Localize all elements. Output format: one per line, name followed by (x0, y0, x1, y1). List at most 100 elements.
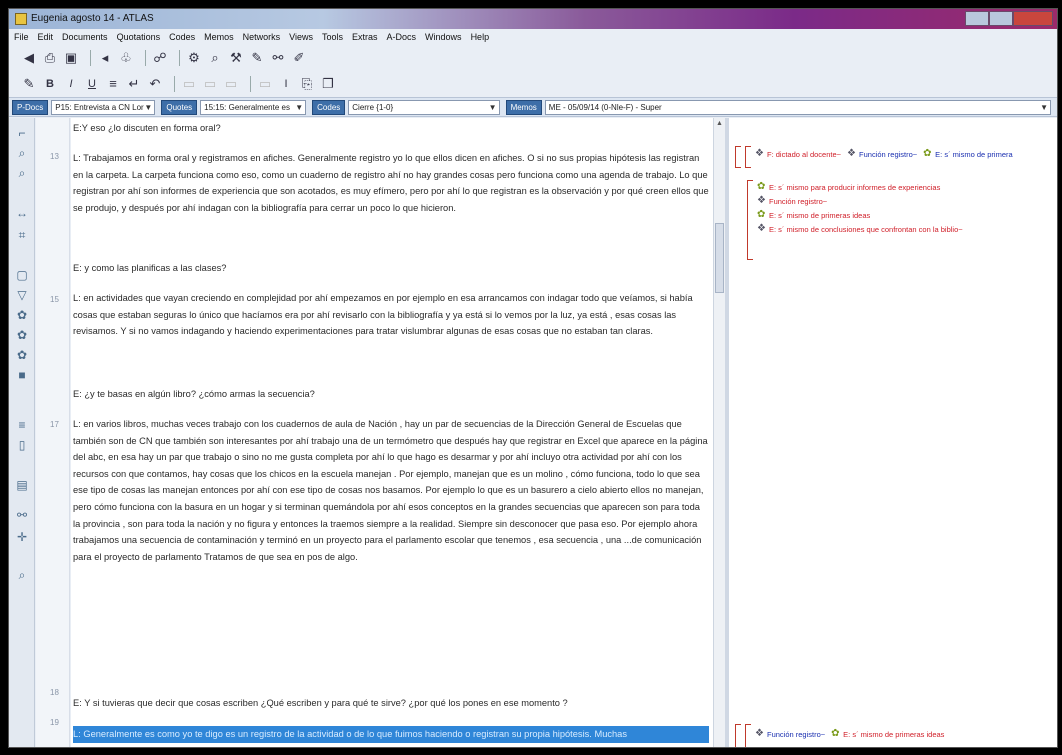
window-title: Eugenia agosto 14 - ATLAS (31, 13, 154, 24)
menu-codes[interactable]: Codes (169, 32, 195, 42)
margin-code[interactable]: ✿ E: s´ mismo para producir informes de … (757, 182, 940, 192)
codes-dropdown[interactable]: Cierre {1-0} ▼ (348, 99, 500, 115)
menu-adocs[interactable]: A-Docs (387, 32, 417, 42)
code-icon[interactable]: ✿ (15, 348, 29, 362)
print-icon[interactable]: ⎙ (42, 50, 58, 66)
italic-icon[interactable]: I (63, 76, 79, 92)
menu-edit[interactable]: Edit (38, 32, 54, 42)
pencil-icon[interactable]: ✎ (21, 76, 37, 92)
paragraph: E: y como las planificas a las clases? (73, 263, 227, 273)
quotation-bracket[interactable] (735, 146, 741, 168)
marker-icon[interactable]: ■ (15, 368, 29, 382)
highlighted-quotation[interactable]: L: Generalmente es como yo te digo es un… (73, 726, 709, 743)
family-icon: ❖ (757, 223, 766, 234)
chevron-down-icon: ▼ (1040, 102, 1048, 112)
tool-icon[interactable]: ⚒ (228, 50, 244, 66)
search-icon[interactable]: ⌕ (15, 568, 29, 582)
code-icon: ✿ (757, 181, 766, 192)
quotation-icon[interactable]: ◂ (97, 50, 113, 66)
scroll-up-icon[interactable]: ▲ (716, 120, 723, 127)
filter-icon[interactable]: ▽ (15, 288, 29, 302)
search-icon[interactable]: ⌕ (207, 50, 223, 66)
list-icon[interactable]: ≡ (15, 418, 29, 432)
memo-icon[interactable]: ▤ (15, 478, 29, 492)
code-label: Función registro~ (769, 196, 828, 206)
margin-code[interactable]: ❖ Función registro~ (757, 196, 827, 206)
margin-code[interactable]: ✿ E: s´ mismo de primeras ideas (757, 210, 870, 220)
menu-views[interactable]: Views (289, 32, 313, 42)
network-icon[interactable]: ☍ (152, 50, 168, 66)
quotation-bracket[interactable] (745, 146, 751, 168)
bold-icon[interactable]: B (42, 76, 58, 92)
menu-help[interactable]: Help (471, 32, 490, 42)
code-icon[interactable]: ✿ (15, 308, 29, 322)
margin-code[interactable]: ❖ Función registro~ (755, 729, 825, 739)
paragraph: E: ¿y te basas en algún libro? ¿cómo arm… (73, 389, 315, 399)
quotes-dropdown[interactable]: 15:15: Generalmente es ▼ (200, 99, 307, 115)
undo-icon[interactable]: ↶ (147, 76, 163, 92)
codes-button[interactable]: Codes (312, 99, 346, 115)
maximize-button[interactable] (989, 11, 1013, 26)
menu-networks[interactable]: Networks (243, 32, 281, 42)
wrap-icon[interactable]: ↵ (126, 76, 142, 92)
code-icon[interactable]: ⚙ (186, 50, 202, 66)
menu-documents[interactable]: Documents (62, 32, 108, 42)
indent-icon[interactable]: ≡ (105, 76, 121, 92)
margin-code[interactable]: ✿ E: s´ mismo de primeras ideas (831, 729, 944, 739)
link-icon[interactable]: ⚯ (270, 50, 286, 66)
toolbar-separator (179, 50, 180, 66)
memos-button[interactable]: Memos (505, 99, 542, 115)
menu-bar: File Edit Documents Quotations Codes Mem… (9, 29, 1057, 45)
codes-value: Cierre {1-0} (352, 102, 394, 112)
minimize-button[interactable] (965, 11, 989, 26)
copy-icon[interactable]: ❐ (320, 76, 336, 92)
menu-tools[interactable]: Tools (322, 32, 343, 42)
code-icon: ✿ (757, 209, 766, 220)
quote-icon[interactable]: ▢ (15, 268, 29, 282)
margin-code[interactable]: ❖ Función registro~ (847, 149, 917, 159)
back-icon[interactable]: ◀ (21, 50, 37, 66)
document-text-area[interactable]: E:Y eso ¿lo discuten en forma oral? L: T… (71, 118, 713, 747)
margin-code[interactable]: ✿ E: s´ mismo de primera (923, 149, 1013, 159)
save-icon[interactable]: ▣ (63, 50, 79, 66)
pdocs-dropdown[interactable]: P15: Entrevista a CN Lor ▼ (51, 99, 156, 115)
menu-extras[interactable]: Extras (352, 32, 378, 42)
paste-icon[interactable]: ⎘ (299, 76, 315, 92)
grid-icon[interactable]: ⌗ (15, 228, 29, 242)
quotation-bracket[interactable] (747, 180, 753, 260)
plus-icon[interactable]: ✛ (15, 530, 29, 544)
menu-file[interactable]: File (14, 32, 29, 42)
select-icon[interactable]: ⌐ (15, 126, 29, 140)
scrollbar-thumb[interactable] (715, 223, 724, 293)
arrows-icon[interactable]: ↔ (15, 206, 29, 220)
pdocs-button[interactable]: P-Docs (12, 99, 49, 115)
format-toolbar: ✎ B I U ≡ ↵ ↶ ▭ ▭ ▭ ▭ I ⎘ ❐ (9, 71, 1057, 97)
quotation-bracket[interactable] (745, 724, 751, 747)
code-label: E: s´ mismo de primeras ideas (843, 729, 945, 739)
memos-dropdown[interactable]: ME - 05/09/14 (0-Nle-F) - Super ▼ (544, 99, 1051, 115)
document-scrollbar[interactable]: ▲ (713, 118, 725, 747)
disabled-icon: ▭ (258, 76, 272, 91)
pen-icon[interactable]: ✎ (249, 50, 265, 66)
link-icon[interactable]: ⚯ (15, 508, 29, 522)
margin-code[interactable]: ❖ E: s´ mismo de conclusiones que confro… (757, 224, 963, 234)
menu-quotations[interactable]: Quotations (117, 32, 161, 42)
close-button[interactable] (1013, 11, 1053, 26)
underline-icon[interactable]: U (84, 76, 100, 92)
quotation-bracket[interactable] (735, 724, 741, 747)
memos-value: ME - 05/09/14 (0-Nle-F) - Super (548, 102, 662, 112)
find-icon[interactable]: ⌕ (15, 166, 29, 180)
brush-icon[interactable]: ✐ (291, 50, 307, 66)
font-icon[interactable]: I (278, 76, 294, 92)
paragraph: L: Trabajamos en forma oral y registramo… (73, 153, 709, 213)
code-label: F: dictado al docente~ (767, 149, 842, 159)
menu-windows[interactable]: Windows (425, 32, 462, 42)
quotes-button[interactable]: Quotes (161, 99, 198, 115)
code-icon[interactable]: ✿ (15, 328, 29, 342)
document-icon[interactable]: ▯ (15, 438, 29, 452)
menu-memos[interactable]: Memos (204, 32, 234, 42)
margin-code[interactable]: ❖ F: dictado al docente~ (755, 149, 841, 159)
zoom-icon[interactable]: ⌕ (15, 146, 29, 160)
marker-icon[interactable]: ♧ (118, 50, 134, 66)
line-number: 13 (50, 152, 59, 161)
